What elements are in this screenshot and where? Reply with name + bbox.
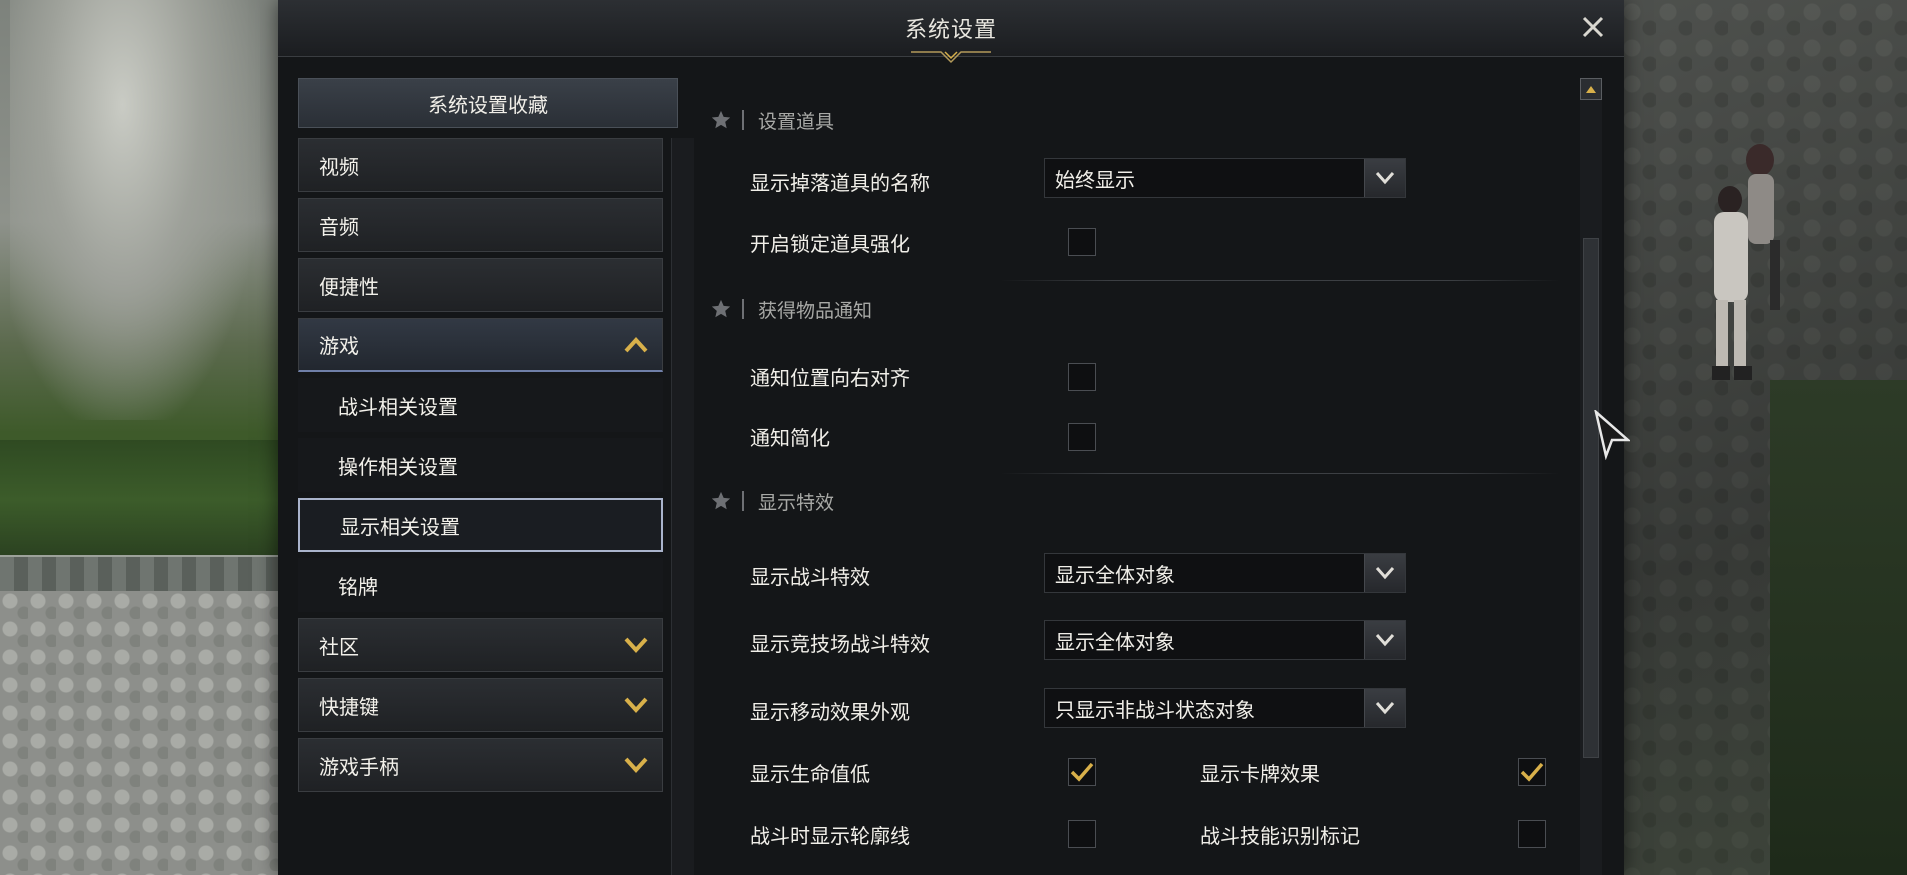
nav-item-community[interactable]: 社区	[298, 618, 663, 672]
scroll-thumb[interactable]	[1583, 238, 1599, 758]
setting-label: 战斗时显示轮廓线	[750, 824, 910, 848]
move-fx-dropdown[interactable]: 只显示非战斗状态对象	[1044, 688, 1406, 728]
align-right-checkbox[interactable]	[1068, 363, 1096, 391]
ornament-icon	[911, 51, 991, 64]
dropdown-value: 显示全体对象	[1055, 629, 1175, 654]
nav-item-game[interactable]: 游戏	[298, 318, 663, 372]
dropdown-button[interactable]	[1364, 554, 1405, 592]
setting-label: 显示移动效果外观	[750, 700, 910, 724]
star-icon[interactable]	[710, 490, 732, 512]
star-icon[interactable]	[710, 298, 732, 320]
setting-label: 通知位置向右对齐	[750, 366, 910, 390]
section-header-effects: 显示特效	[710, 486, 834, 516]
combat-fx-dropdown[interactable]: 显示全体对象	[1044, 553, 1406, 593]
skill-mark-checkbox[interactable]	[1518, 820, 1546, 848]
chevron-down-icon	[624, 637, 648, 653]
nav-subitem-nameplate[interactable]: 铭牌	[298, 558, 663, 612]
dropdown-button[interactable]	[1364, 159, 1405, 197]
lock-enhance-checkbox[interactable]	[1068, 228, 1096, 256]
cobblestone-ground	[0, 591, 290, 875]
dropdown-value: 显示全体对象	[1055, 562, 1175, 587]
nav-item-audio[interactable]: 音频	[298, 198, 663, 252]
nav-item-hotkeys[interactable]: 快捷键	[298, 678, 663, 732]
section-header-notify: 获得物品通知	[710, 294, 872, 324]
section-title: 显示特效	[758, 491, 835, 514]
chevron-down-icon	[1375, 634, 1395, 647]
nav-subitem-combat[interactable]: 战斗相关设置	[298, 378, 663, 432]
section-title: 获得物品通知	[758, 299, 873, 322]
statue	[10, 0, 260, 420]
nav-item-label: 游戏	[319, 334, 359, 358]
chevron-down-icon	[1375, 567, 1395, 580]
nav-item-label: 游戏手柄	[319, 754, 399, 779]
nav-subitem-label: 战斗相关设置	[338, 394, 458, 419]
nav-item-label: 便捷性	[319, 274, 379, 299]
setting-label: 显示竞技场战斗特效	[750, 632, 930, 656]
setting-label: 通知简化	[750, 426, 830, 450]
nav-subitem-label: 显示相关设置	[340, 514, 460, 539]
settings-content: 设置道具 显示掉落道具的名称 始终显示 开启锁定道具强化 获得物品通知 通知位置…	[700, 78, 1600, 875]
favorites-button[interactable]: 系统设置收藏	[298, 78, 678, 128]
setting-label: 战斗技能识别标记	[1200, 824, 1360, 848]
close-button[interactable]	[1574, 8, 1612, 46]
chevron-down-icon	[1375, 702, 1395, 715]
settings-nav: 系统设置收藏 视频 音频 便捷性 游戏 战斗相关设置 操作相关设置 显示相关设置…	[298, 78, 694, 875]
setting-label: 显示卡牌效果	[1200, 762, 1320, 786]
setting-label: 显示掉落道具的名称	[750, 171, 930, 195]
system-settings-window: 系统设置 系统设置收藏 视频 音频 便捷性 游戏 战斗相关设置 操作相关设置 显…	[278, 0, 1624, 875]
section-title: 设置道具	[758, 110, 835, 133]
hedge	[1770, 380, 1907, 875]
nav-subitem-display[interactable]: 显示相关设置	[298, 498, 663, 552]
close-icon	[1582, 16, 1604, 38]
nav-item-label: 音频	[319, 214, 359, 239]
star-icon[interactable]	[710, 109, 732, 131]
nav-item-label: 视频	[319, 154, 359, 179]
arena-fx-dropdown[interactable]: 显示全体对象	[1044, 620, 1406, 660]
nav-list: 视频 音频 便捷性 游戏 战斗相关设置 操作相关设置 显示相关设置 铭牌 社区 …	[298, 138, 663, 798]
nav-subitem-label: 操作相关设置	[338, 454, 458, 479]
nav-subitem-label: 铭牌	[338, 574, 378, 599]
content-scrollbar[interactable]	[1580, 78, 1602, 875]
title-bar[interactable]: 系统设置	[278, 0, 1624, 64]
nav-item-label: 快捷键	[319, 694, 379, 719]
setting-label: 显示生命值低	[750, 762, 870, 786]
grass-patch	[0, 440, 290, 560]
stone-ledge	[0, 555, 290, 595]
scroll-up-button[interactable]	[1580, 78, 1602, 100]
checkmark-icon	[1070, 762, 1094, 782]
section-header-items: 设置道具	[710, 105, 834, 135]
dropdown-value: 始终显示	[1055, 167, 1135, 192]
drop-name-dropdown[interactable]: 始终显示	[1044, 158, 1406, 198]
nav-item-gamepad[interactable]: 游戏手柄	[298, 738, 663, 792]
setting-label: 开启锁定道具强化	[750, 232, 910, 256]
chevron-down-icon	[1375, 172, 1395, 185]
nav-item-convenience[interactable]: 便捷性	[298, 258, 663, 312]
nav-subitem-controls[interactable]: 操作相关设置	[298, 438, 663, 492]
mouse-cursor-icon	[1594, 410, 1630, 460]
low-hp-checkbox[interactable]	[1068, 758, 1096, 786]
dropdown-value: 只显示非战斗状态对象	[1055, 697, 1255, 722]
chevron-down-icon	[624, 757, 648, 773]
dropdown-button[interactable]	[1364, 689, 1405, 727]
setting-label: 显示战斗特效	[750, 565, 870, 589]
checkmark-icon	[1520, 762, 1544, 782]
chevron-down-icon	[624, 697, 648, 713]
dropdown-button[interactable]	[1364, 621, 1405, 659]
simplify-checkbox[interactable]	[1068, 423, 1096, 451]
nav-item-label: 社区	[319, 634, 359, 659]
chevron-up-icon	[624, 336, 648, 352]
window-title: 系统设置	[904, 18, 997, 43]
player-character	[1712, 144, 1780, 380]
nav-scrollbar[interactable]	[671, 138, 694, 875]
outline-checkbox[interactable]	[1068, 820, 1096, 848]
arrow-up-icon	[1586, 86, 1596, 93]
nav-item-video[interactable]: 视频	[298, 138, 663, 192]
card-fx-checkbox[interactable]	[1518, 758, 1546, 786]
